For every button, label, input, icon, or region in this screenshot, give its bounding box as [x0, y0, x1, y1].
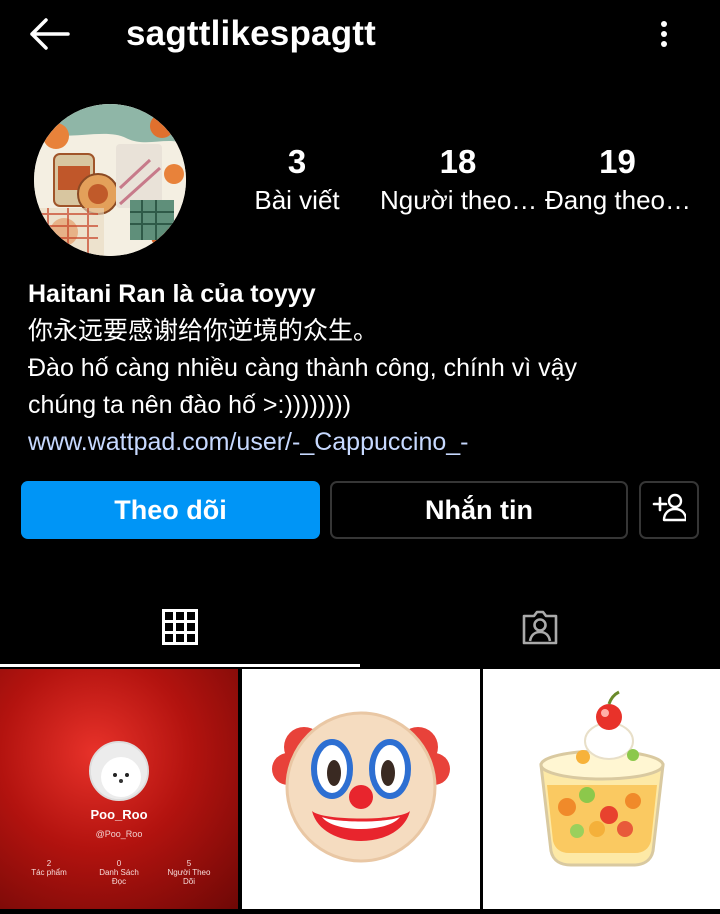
top-bar: sagttlikespagtt [0, 0, 720, 72]
posts-label: Bài viết [254, 185, 340, 215]
post-stat-value: 2 [46, 859, 52, 868]
post-thumbnail[interactable]: Poo_Roo @Poo_Roo 2 Tác phẩm 0 Danh Sách … [0, 669, 238, 909]
post-profile-handle: @Poo_Roo [95, 829, 143, 839]
suggest-people-button[interactable] [639, 481, 699, 539]
post-stat-label: Dõi [182, 877, 195, 886]
clown-face-icon [242, 711, 480, 909]
message-button[interactable]: Nhắn tin [330, 481, 628, 539]
bio-line: Đào hố càng nhiều càng thành công, chính… [28, 354, 577, 382]
post-thumbnail[interactable] [483, 669, 720, 909]
stat-posts[interactable]: 3 Bài viết [238, 142, 356, 218]
avatar [89, 741, 149, 801]
post-stat-label: Danh Sách [99, 868, 139, 877]
profile-display-name: Haitani Ran là của toyyy [28, 280, 316, 308]
back-button[interactable] [26, 16, 72, 56]
profile-avatar[interactable] [34, 104, 186, 256]
active-tab-indicator [0, 664, 360, 667]
post-stat-value: 0 [116, 859, 122, 868]
following-label: Đang theo… [545, 185, 691, 215]
post-stat-label: Tác phẩm [31, 868, 67, 877]
add-user-icon [652, 492, 688, 529]
post-stat-label: Người Theo [167, 868, 211, 877]
post-thumbnail[interactable] [242, 669, 480, 909]
bio-line: 你永远要感谢给你逆境的众生。 [28, 317, 379, 345]
post-stat: 5 Người Theo Dõi [154, 859, 224, 886]
bio-line: chúng ta nên đào hố >:)))))))) [28, 391, 352, 419]
posts-count: 3 [287, 143, 307, 180]
following-count: 19 [599, 143, 636, 180]
more-vertical-icon [660, 20, 668, 53]
tab-posts-grid[interactable] [0, 590, 360, 668]
posts-grid: Poo_Roo @Poo_Roo 2 Tác phẩm 0 Danh Sách … [0, 669, 720, 914]
post-stat: 2 Tác phẩm [14, 859, 84, 877]
profile-bio: Haitani Ran là của toyyy 你永远要感谢给你逆境的众生。 … [28, 276, 698, 461]
tagged-person-icon [521, 608, 559, 651]
tab-tagged[interactable] [360, 590, 720, 668]
stat-followers[interactable]: 18 Người theo… [380, 142, 538, 218]
post-stat-label: Đọc [111, 877, 127, 886]
followers-label: Người theo… [380, 185, 538, 215]
arrow-left-icon [28, 17, 70, 55]
profile-username: sagttlikespagtt [126, 14, 376, 53]
followers-count: 18 [439, 143, 477, 180]
post-stat: 0 Danh Sách Đọc [84, 859, 154, 886]
grid-icon [162, 608, 198, 650]
profile-tabs [0, 590, 720, 668]
bio-link[interactable]: www.wattpad.com/user/-_Cappuccino_- [28, 424, 698, 461]
jelly-cup-icon [483, 690, 720, 909]
stat-following[interactable]: 19 Đang theo… [545, 142, 691, 218]
more-options-button[interactable] [650, 16, 678, 56]
post-stat-value: 5 [186, 859, 192, 868]
post-profile-name: Poo_Roo [90, 807, 148, 822]
follow-button[interactable]: Theo dõi [21, 481, 320, 539]
